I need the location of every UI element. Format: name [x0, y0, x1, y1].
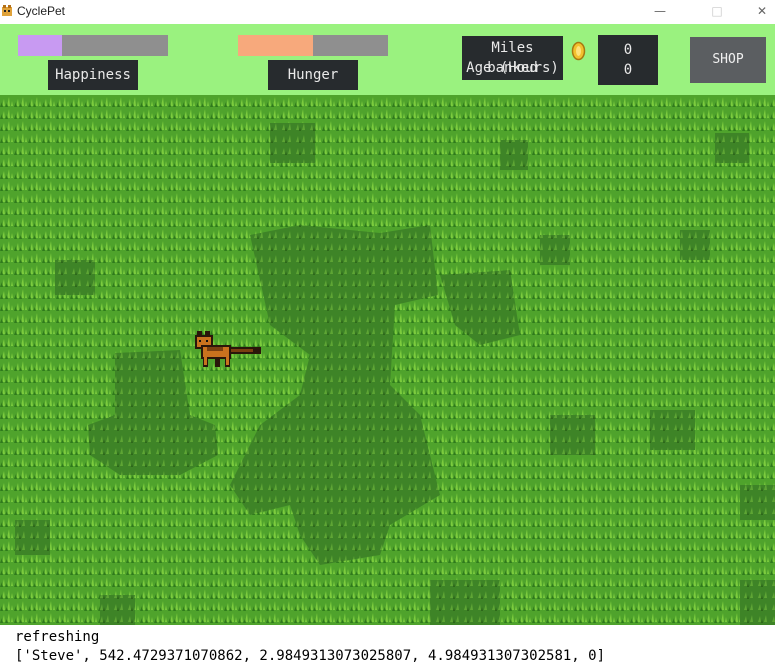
console-line: ['Steve', 542.4729371070862, 2.984931307…	[15, 648, 606, 664]
maximize-button[interactable]: □	[694, 0, 740, 24]
status-bar-panel: Happiness Hunger Miles banked Age (Hours…	[0, 24, 775, 95]
happiness-meter-fill	[18, 35, 62, 56]
miles-banked-label: Miles banked	[487, 40, 538, 76]
shop-button[interactable]: SHOP	[690, 37, 766, 83]
coin-icon	[571, 41, 586, 61]
minimize-button[interactable]: —	[637, 0, 683, 24]
close-button[interactable]: ✕	[739, 0, 775, 24]
age-hours-value: 0	[623, 62, 633, 78]
window-titlebar: CyclePet — □ ✕	[0, 0, 775, 24]
stats-labels: Miles banked Age (Hours)	[462, 36, 563, 80]
grass-field	[0, 95, 775, 625]
game-field[interactable]	[0, 95, 775, 625]
hunger-meter	[238, 35, 388, 56]
age-hours-label: Age (Hours)	[466, 60, 559, 76]
stats-values: 0 0	[598, 35, 658, 85]
hunger-label: Hunger	[268, 60, 358, 90]
app-icon	[2, 5, 12, 16]
window-title: CyclePet	[17, 4, 66, 18]
happiness-meter	[18, 35, 168, 56]
happiness-label: Happiness	[48, 60, 138, 90]
hunger-meter-fill	[238, 35, 313, 56]
console-output: refreshing ['Steve', 542.4729371070862, …	[0, 625, 775, 669]
miles-banked-value: 0	[623, 42, 633, 58]
console-line: refreshing	[15, 629, 100, 645]
